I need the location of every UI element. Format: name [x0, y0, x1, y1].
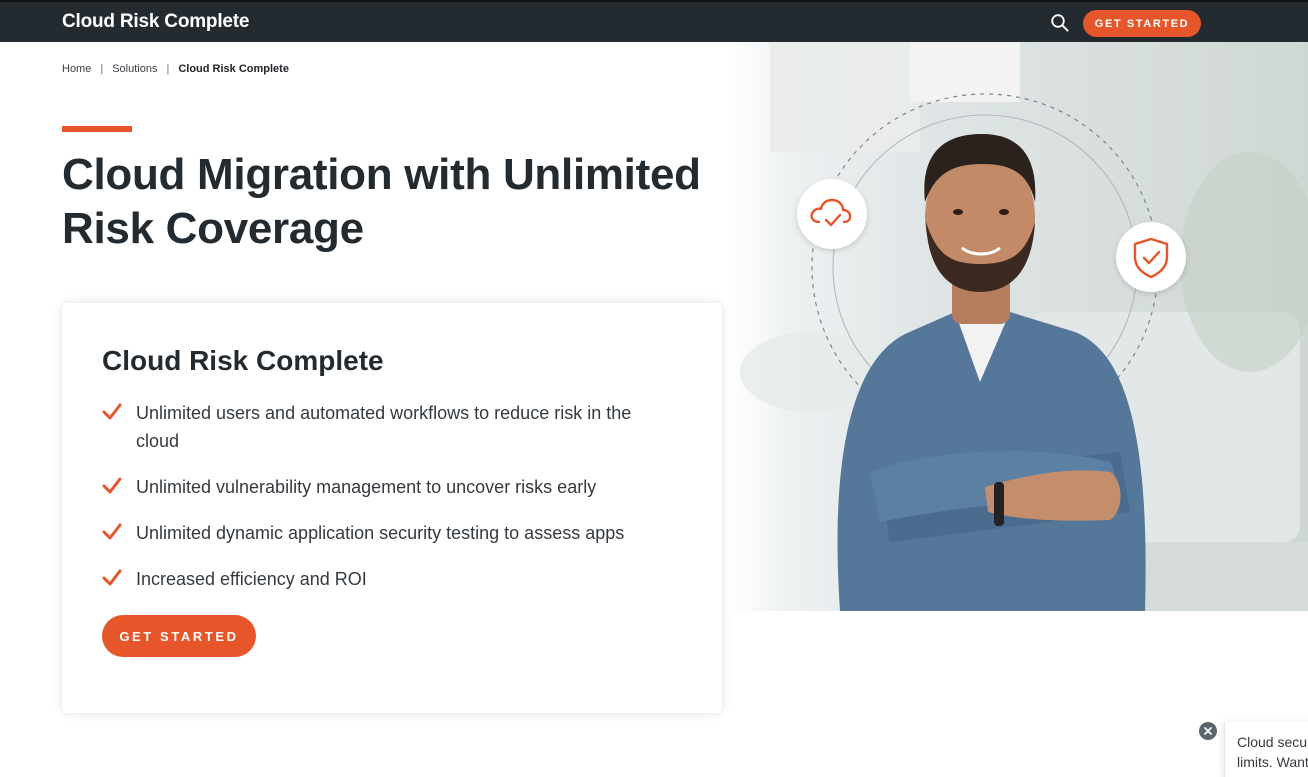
checkmark-icon: [102, 523, 122, 540]
brand-logo-text[interactable]: Cloud Risk Complete: [62, 11, 249, 33]
breadcrumb-solutions-link[interactable]: Solutions: [112, 63, 157, 75]
breadcrumb: Home | Solutions | Cloud Risk Complete: [62, 63, 289, 75]
breadcrumb-home-link[interactable]: Home: [62, 63, 91, 75]
hero-photo-illustration: [740, 42, 1308, 611]
feature-item: Increased efficiency and ROI: [102, 565, 672, 593]
close-icon: [1204, 727, 1212, 735]
page-title-line-1: Cloud Migration with Unlimited: [62, 150, 701, 199]
chat-toast[interactable]: Cloud secur limits. Want: [1224, 722, 1308, 777]
feature-item: Unlimited users and automated workflows …: [102, 399, 672, 455]
hero-photo: [730, 42, 1308, 611]
toast-line-1: Cloud secur: [1237, 734, 1308, 750]
get-started-button[interactable]: GET STARTED: [102, 615, 256, 657]
feature-text: Unlimited vulnerability management to un…: [136, 477, 597, 497]
page-title: Cloud Migration with Unlimited Risk Cove…: [62, 148, 742, 256]
breadcrumb-separator: |: [166, 63, 170, 75]
breadcrumb-current-page: Cloud Risk Complete: [178, 63, 289, 75]
feature-item: Unlimited dynamic application security t…: [102, 519, 672, 547]
feature-text: Unlimited users and automated workflows …: [136, 403, 632, 451]
heading-accent-bar: [62, 126, 132, 132]
feature-item: Unlimited vulnerability management to un…: [102, 473, 672, 501]
product-card: Cloud Risk Complete Unlimited users and …: [62, 303, 722, 713]
toast-line-2: limits. Want: [1237, 754, 1308, 770]
page-title-line-2: Risk Coverage: [62, 204, 364, 253]
nav-get-started-button[interactable]: GET STARTED: [1083, 10, 1201, 37]
checkmark-icon: [102, 569, 122, 586]
feature-text: Unlimited dynamic application security t…: [136, 523, 625, 543]
search-icon[interactable]: [1050, 13, 1070, 33]
card-title: Cloud Risk Complete: [102, 345, 384, 376]
feature-list: Unlimited users and automated workflows …: [102, 399, 672, 611]
cloud-check-icon: [797, 179, 867, 249]
checkmark-icon: [102, 477, 122, 494]
breadcrumb-separator: |: [100, 63, 104, 75]
shield-check-icon: [1116, 222, 1186, 292]
checkmark-icon: [102, 403, 122, 420]
feature-text: Increased efficiency and ROI: [136, 569, 367, 589]
toast-close-button[interactable]: [1199, 722, 1217, 740]
top-navbar: Cloud Risk Complete GET STARTED: [0, 0, 1308, 42]
